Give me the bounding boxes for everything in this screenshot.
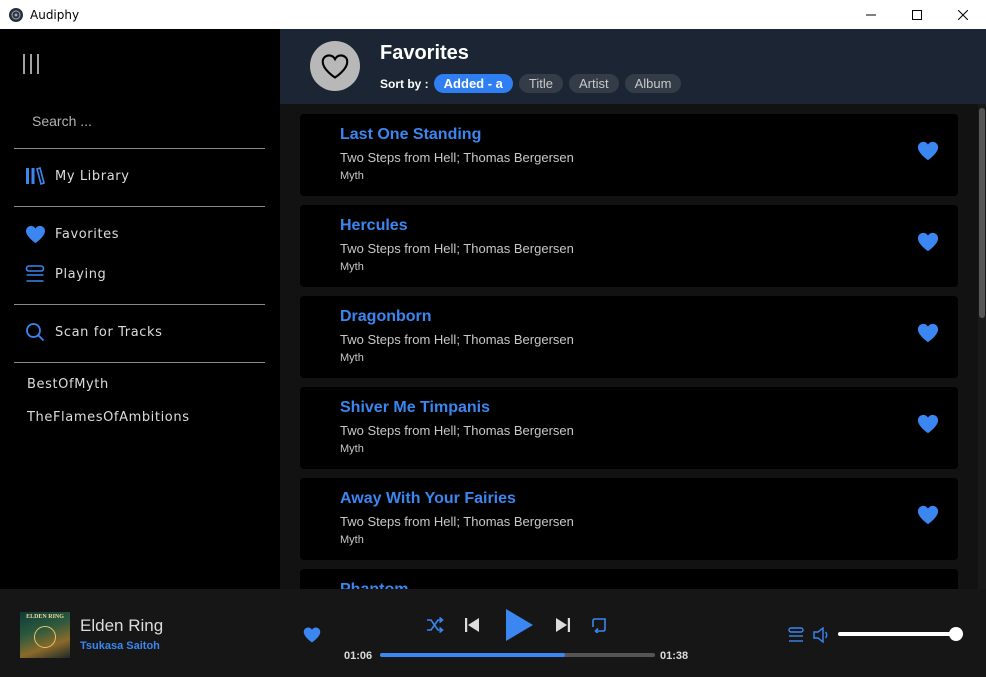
search-input[interactable] — [32, 111, 252, 131]
elapsed-time: 01:06 — [344, 650, 373, 662]
skip-previous-icon — [465, 618, 479, 632]
volume-knob[interactable] — [949, 627, 964, 641]
cover-ring — [34, 626, 56, 648]
sort-label: Sort by : — [380, 76, 429, 91]
previous-button[interactable] — [462, 615, 482, 635]
player-bar: ELDEN RING Elden Ring Tsukasa Saitoh 01:… — [0, 589, 986, 677]
cover-title: ELDEN RING — [26, 614, 64, 620]
sidebar-item-label: My Library — [55, 168, 130, 184]
sidebar-item-favorites[interactable]: Favorites — [24, 222, 119, 246]
sidebar-item-scan[interactable]: Scan for Tracks — [24, 320, 163, 344]
track-row[interactable]: Last One Standing Two Steps from Hell; T… — [300, 114, 958, 196]
scrollbar[interactable] — [978, 104, 986, 589]
heart-icon[interactable] — [303, 626, 321, 644]
volume-icon — [813, 627, 828, 643]
track-row[interactable]: Away With Your Fairies Two Steps from He… — [300, 478, 958, 560]
maximize-icon — [912, 9, 922, 20]
page-header: Favorites Sort by : Added - a Title Arti… — [280, 29, 986, 104]
track-artist: Two Steps from Hell; Thomas Bergersen — [340, 514, 574, 529]
heart-icon — [24, 223, 46, 245]
divider — [14, 206, 265, 207]
page-title: Favorites — [380, 42, 469, 64]
scrollbar-thumb[interactable] — [979, 108, 985, 318]
next-button[interactable] — [553, 615, 573, 635]
progress-bar[interactable] — [380, 653, 655, 657]
track-artist: Two Steps from Hell; Thomas Bergersen — [340, 423, 574, 438]
track-title[interactable]: Hercules — [340, 217, 408, 235]
track-title[interactable]: Shiver Me Timpanis — [340, 399, 490, 417]
track-row[interactable]: Hercules Two Steps from Hell; Thomas Ber… — [300, 205, 958, 287]
track-artist: Two Steps from Hell; Thomas Bergersen — [340, 150, 574, 165]
title-bar: Audiphy — [0, 0, 986, 29]
minimize-button[interactable] — [848, 0, 894, 29]
heart-icon[interactable] — [917, 231, 939, 253]
album-cover[interactable]: ELDEN RING — [20, 612, 70, 658]
track-title[interactable]: Away With Your Fairies — [340, 490, 516, 508]
window-title: Audiphy — [30, 7, 80, 22]
sidebar-item-label: Favorites — [55, 226, 120, 242]
sidebar-item-label: Playing — [55, 266, 107, 282]
now-playing-artist[interactable]: Tsukasa Saitoh — [80, 640, 160, 652]
sort-chip-added[interactable]: Added - a — [433, 74, 513, 93]
track-album: Myth — [340, 170, 364, 182]
menu-toggle-icon[interactable] — [22, 52, 40, 76]
divider — [14, 148, 265, 149]
divider — [14, 362, 265, 363]
close-button[interactable] — [940, 0, 986, 29]
total-time: 01:38 — [660, 650, 689, 662]
track-album: Myth — [340, 261, 364, 273]
sidebar-item-label: Scan for Tracks — [55, 324, 163, 340]
maximize-button[interactable] — [894, 0, 940, 29]
track-row[interactable]: Dragonborn Two Steps from Hell; Thomas B… — [300, 296, 958, 378]
now-playing-title: Elden Ring — [80, 616, 164, 635]
volume-slider[interactable] — [838, 627, 964, 641]
sort-chip-album[interactable]: Album — [624, 74, 682, 93]
play-button[interactable] — [502, 607, 536, 643]
track-title[interactable]: Dragonborn — [340, 308, 432, 326]
sidebar-item-my-library[interactable]: My Library — [24, 164, 130, 188]
progress-fill — [380, 653, 566, 657]
track-title[interactable]: Phantom — [340, 581, 408, 589]
track-title[interactable]: Last One Standing — [340, 126, 481, 144]
sort-chip-title[interactable]: Title — [518, 74, 563, 93]
track-row[interactable]: Phantom — [300, 569, 958, 589]
track-album: Myth — [340, 534, 364, 546]
repeat-button[interactable] — [589, 615, 609, 635]
track-list: Last One Standing Two Steps from Hell; T… — [300, 114, 958, 589]
playlist-item[interactable]: TheFlamesOfAmbitions — [27, 410, 190, 425]
sort-chip-artist[interactable]: Artist — [568, 74, 619, 93]
play-icon — [506, 609, 533, 641]
favorites-header-icon — [310, 41, 360, 91]
minimize-icon — [866, 14, 876, 15]
sidebar-item-playing[interactable]: Playing — [24, 262, 106, 286]
track-row[interactable]: Shiver Me Timpanis Two Steps from Hell; … — [300, 387, 958, 469]
track-artist: Two Steps from Hell; Thomas Bergersen — [340, 241, 574, 256]
track-artist: Two Steps from Hell; Thomas Bergersen — [340, 332, 574, 347]
skip-next-icon — [556, 618, 570, 632]
app-logo-icon — [9, 7, 23, 22]
heart-icon[interactable] — [917, 140, 939, 162]
repeat-icon — [592, 618, 606, 633]
queue-button[interactable] — [786, 625, 806, 645]
queue-icon — [24, 263, 46, 285]
divider — [14, 304, 265, 305]
volume-fill — [838, 632, 957, 636]
track-album: Myth — [340, 352, 364, 364]
heart-icon[interactable] — [917, 504, 939, 526]
track-album: Myth — [340, 443, 364, 455]
volume-button[interactable] — [812, 625, 832, 645]
heart-icon[interactable] — [917, 322, 939, 344]
sort-bar: Sort by : Added - a Title Artist Album — [380, 74, 687, 93]
playlist-item[interactable]: BestOfMyth — [27, 377, 109, 392]
shuffle-icon — [427, 617, 444, 633]
library-icon — [24, 165, 46, 187]
main-panel: Favorites Sort by : Added - a Title Arti… — [280, 29, 986, 589]
close-icon — [958, 9, 968, 20]
sidebar: My Library Favorites Playing Scan for Tr… — [0, 29, 280, 589]
heart-icon[interactable] — [917, 413, 939, 435]
queue-icon — [788, 627, 804, 642]
search-icon — [24, 321, 46, 343]
shuffle-button[interactable] — [425, 615, 445, 635]
